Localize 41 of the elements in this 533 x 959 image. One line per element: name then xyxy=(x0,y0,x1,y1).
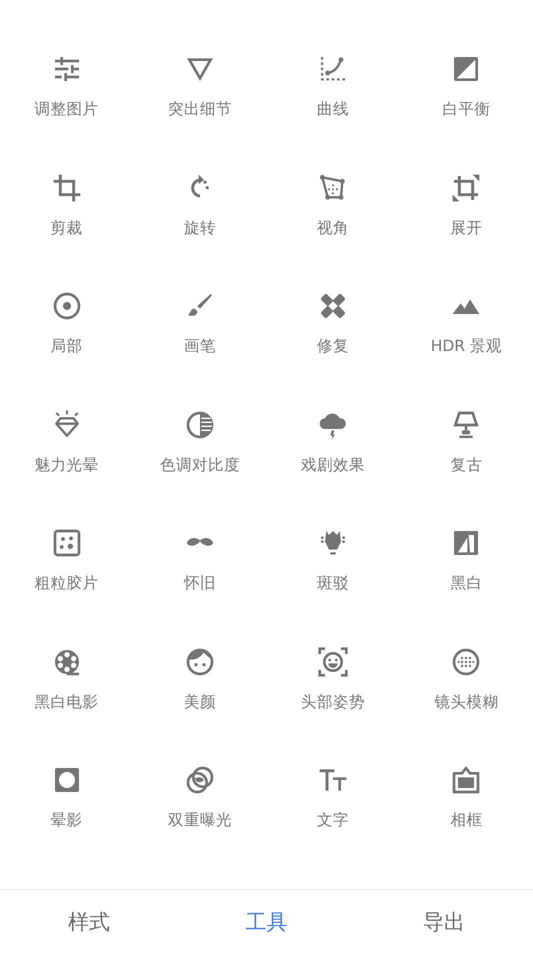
double-circle-icon[interactable] xyxy=(184,764,216,796)
tab[interactable]: 导出 xyxy=(419,910,470,936)
tool-label[interactable]: 旋转 xyxy=(184,220,216,236)
target-icon[interactable] xyxy=(50,290,83,322)
tab[interactable]: 样式 xyxy=(64,910,114,936)
tool-label[interactable]: 画笔 xyxy=(184,339,216,354)
lens-blur-icon[interactable] xyxy=(450,646,482,678)
face-frame-icon[interactable] xyxy=(317,646,350,678)
tool-label[interactable]: 展开 xyxy=(450,220,482,236)
tool-label[interactable]: 头部姿势 xyxy=(301,694,366,710)
tool-label[interactable]: 剪裁 xyxy=(50,220,83,236)
tool-label[interactable]: 文字 xyxy=(317,813,350,828)
contrast-icon[interactable] xyxy=(184,408,216,440)
tool-label[interactable]: 黑白电影 xyxy=(34,694,99,710)
tool-label[interactable]: 斑驳 xyxy=(317,576,350,592)
tool-label[interactable]: 戏剧效果 xyxy=(301,458,366,473)
tool-label[interactable]: 魅力光晕 xyxy=(34,458,99,473)
tab[interactable]: 工具 xyxy=(242,910,292,936)
tool-label[interactable]: 粗粒胶片 xyxy=(34,576,99,592)
face-icon[interactable] xyxy=(184,646,216,678)
tool-label[interactable]: 黑白 xyxy=(450,576,482,592)
expand-icon[interactable] xyxy=(450,172,482,204)
tool-label[interactable]: 美颜 xyxy=(184,694,216,710)
tool-label[interactable]: 怀旧 xyxy=(184,576,216,592)
tool-label[interactable]: 镜头模糊 xyxy=(434,694,498,710)
tool-label[interactable]: 色调对比度 xyxy=(160,458,240,473)
grain-icon[interactable] xyxy=(50,527,83,559)
tool-label[interactable]: 调整图片 xyxy=(34,102,99,118)
tool-label[interactable]: 相框 xyxy=(450,813,482,828)
tool-label[interactable]: 曲线 xyxy=(317,102,350,118)
tool-label[interactable]: 视角 xyxy=(317,220,350,236)
tool-label[interactable]: 白平衡 xyxy=(442,102,490,118)
frame-icon[interactable] xyxy=(450,764,482,796)
tool-label[interactable]: 晕影 xyxy=(50,813,83,828)
tool-label[interactable]: HDR 景观 xyxy=(430,339,502,354)
tool-label[interactable]: 双重曝光 xyxy=(168,813,232,828)
tool-label[interactable]: 突出细节 xyxy=(168,102,232,118)
tool-label[interactable]: 局部 xyxy=(50,339,83,354)
tool-label[interactable]: 复古 xyxy=(450,458,482,473)
tool-label[interactable]: 修复 xyxy=(317,339,350,354)
crop-icon[interactable] xyxy=(50,172,83,204)
